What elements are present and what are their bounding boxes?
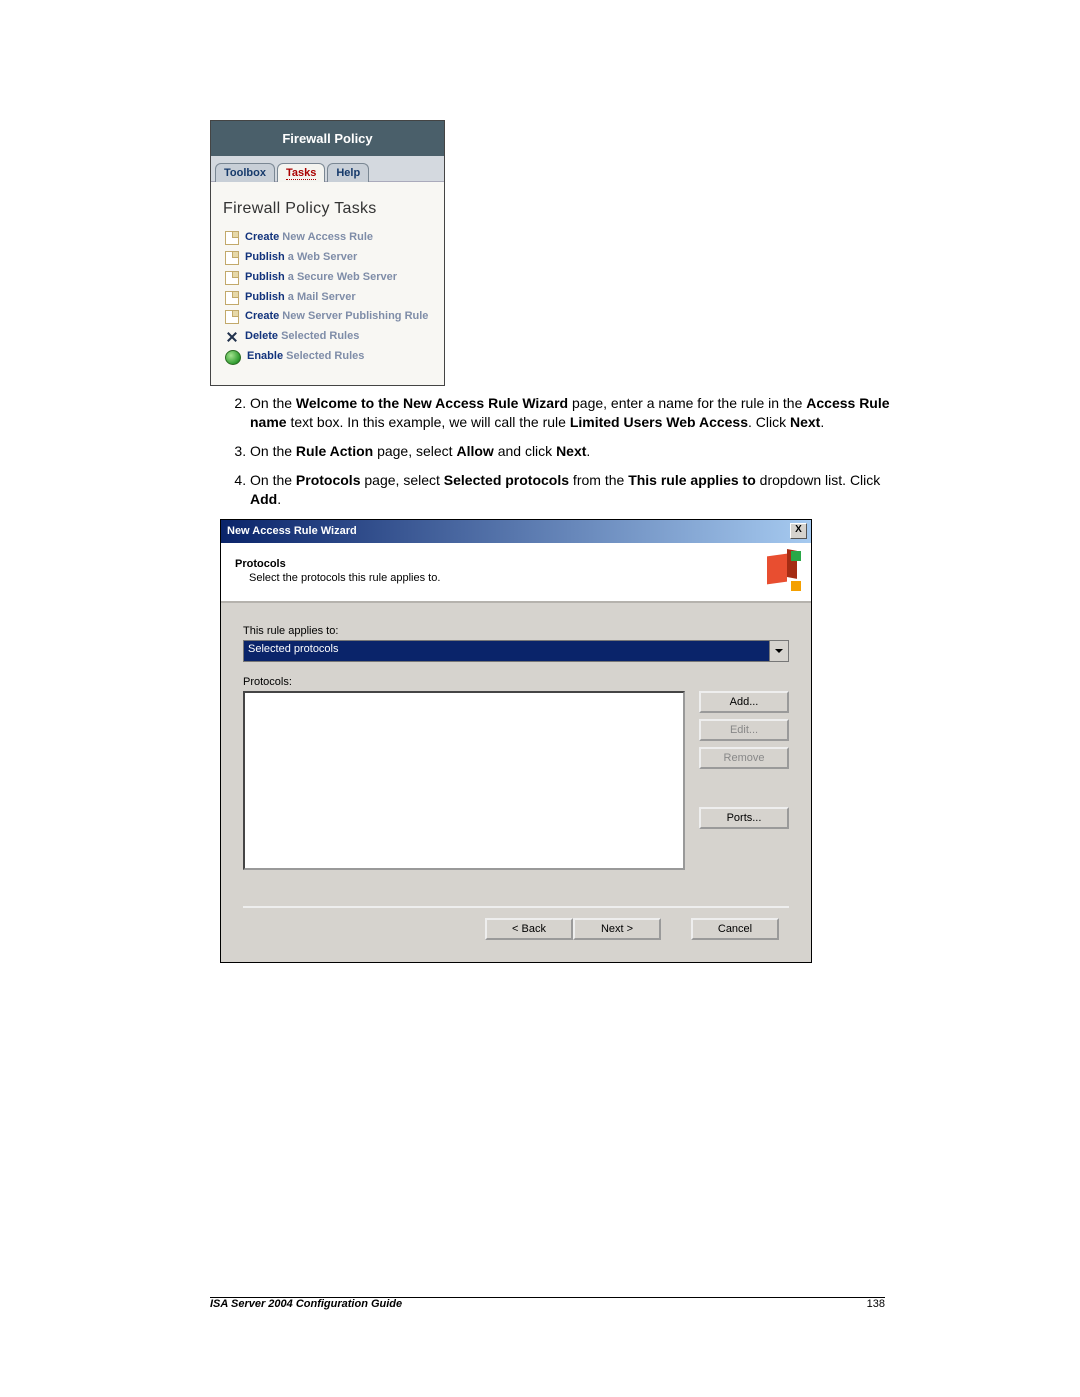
task-label: Publish a Mail Server (245, 290, 356, 305)
wizard-header-text: Protocols Select the protocols this rule… (235, 558, 440, 584)
ports-button[interactable]: Ports... (699, 807, 789, 829)
doc-icon (225, 231, 239, 245)
task-label: Create New Server Publishing Rule (245, 309, 428, 324)
instruction-list: On the Welcome to the New Access Rule Wi… (210, 394, 900, 508)
page-footer: ISA Server 2004 Configuration Guide 138 (210, 1298, 885, 1310)
task-label: Publish a Secure Web Server (245, 270, 397, 285)
task-publish-mail-server[interactable]: Publish a Mail Server (225, 290, 430, 305)
combo-value: Selected protocols (244, 641, 769, 661)
task-label: Enable Selected Rules (247, 349, 364, 364)
edit-button[interactable]: Edit... (699, 719, 789, 741)
document-page: Firewall Policy Toolbox Tasks Help Firew… (0, 0, 1080, 1397)
remove-button[interactable]: Remove (699, 747, 789, 769)
doc-icon (225, 251, 239, 265)
task-delete-selected[interactable]: Delete Selected Rules (225, 329, 430, 344)
doc-icon (225, 271, 239, 285)
protocol-side-buttons: Add... Edit... Remove Ports... (699, 691, 789, 870)
cancel-button[interactable]: Cancel (691, 918, 779, 940)
wizard-footer: < Back Next > Cancel (243, 906, 789, 952)
tab-tasks[interactable]: Tasks (277, 163, 325, 182)
step-2: On the Welcome to the New Access Rule Wi… (250, 394, 900, 432)
wizard-section-title: Protocols (235, 558, 440, 570)
tab-tasks-label: Tasks (286, 167, 316, 180)
wizard-section-subtitle: Select the protocols this rule applies t… (249, 572, 440, 584)
task-label: Delete Selected Rules (245, 329, 359, 344)
applies-to-label: This rule applies to: (243, 625, 789, 637)
add-button[interactable]: Add... (699, 691, 789, 713)
task-publish-secure-web[interactable]: Publish a Secure Web Server (225, 270, 430, 285)
page-number: 138 (867, 1298, 885, 1310)
applies-to-combo[interactable]: Selected protocols (243, 640, 789, 662)
step-4: On the Protocols page, select Selected p… (250, 471, 900, 509)
wizard-header: Protocols Select the protocols this rule… (221, 543, 811, 603)
doc-icon (225, 310, 239, 324)
next-button[interactable]: Next > (573, 918, 661, 940)
task-label: Publish a Web Server (245, 250, 357, 265)
close-button[interactable]: X (790, 523, 807, 539)
chevron-down-icon[interactable] (769, 641, 788, 661)
panel-tabs: Toolbox Tasks Help (211, 156, 444, 182)
tab-help[interactable]: Help (327, 163, 369, 182)
panel-body: Firewall Policy Tasks Create New Access … (211, 182, 444, 385)
task-enable-selected[interactable]: Enable Selected Rules (225, 349, 430, 364)
tab-toolbox[interactable]: Toolbox (215, 163, 275, 182)
firewall-policy-panel: Firewall Policy Toolbox Tasks Help Firew… (210, 120, 445, 386)
task-create-access-rule[interactable]: Create New Access Rule (225, 230, 430, 245)
task-publish-web-server[interactable]: Publish a Web Server (225, 250, 430, 265)
back-button[interactable]: < Back (485, 918, 573, 940)
step-3: On the Rule Action page, select Allow an… (250, 442, 900, 461)
protocols-label: Protocols: (243, 676, 789, 688)
new-access-rule-wizard: New Access Rule Wizard X Protocols Selec… (220, 519, 812, 963)
enable-icon (225, 350, 241, 365)
protocols-listbox[interactable] (243, 691, 685, 870)
task-create-server-pub-rule[interactable]: Create New Server Publishing Rule (225, 309, 430, 324)
x-icon (225, 330, 239, 344)
content-area: Firewall Policy Toolbox Tasks Help Firew… (210, 120, 900, 963)
wizard-title: New Access Rule Wizard (227, 525, 357, 537)
wizard-titlebar: New Access Rule Wizard X (221, 520, 811, 543)
wizard-icon (761, 551, 801, 591)
task-label: Create New Access Rule (245, 230, 373, 245)
wizard-body: This rule applies to: Selected protocols… (221, 603, 811, 962)
footer-title: ISA Server 2004 Configuration Guide (210, 1298, 402, 1310)
protocols-row: Add... Edit... Remove Ports... (243, 691, 789, 870)
panel-heading: Firewall Policy Tasks (223, 200, 432, 218)
panel-header: Firewall Policy (211, 121, 444, 156)
doc-icon (225, 291, 239, 305)
